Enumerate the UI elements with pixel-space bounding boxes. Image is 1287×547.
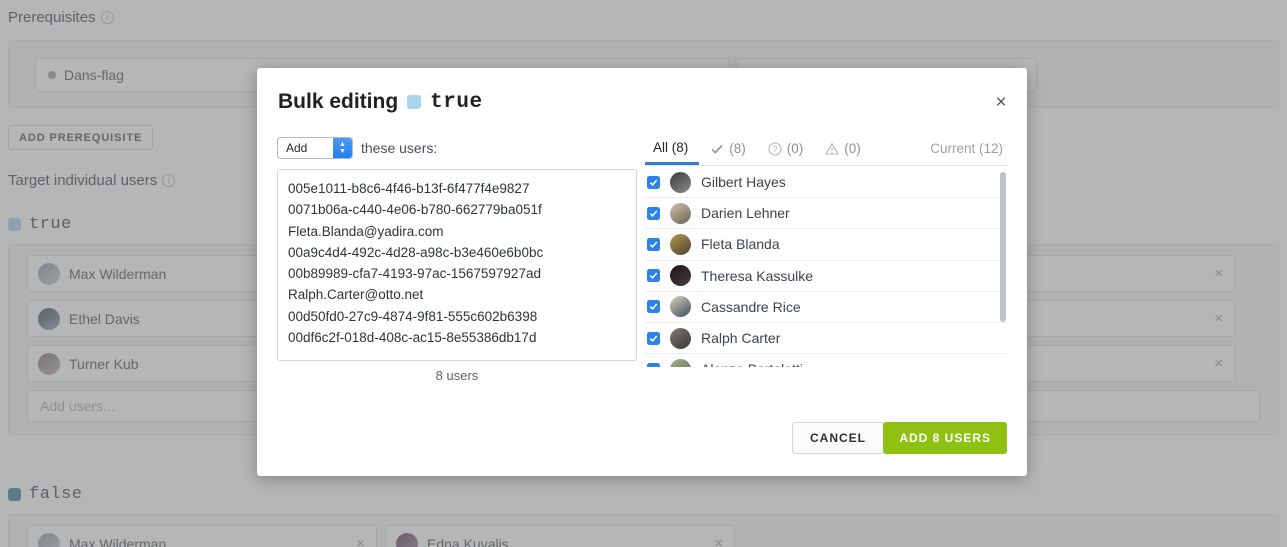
list-item[interactable]: Fleta Blanda <box>645 229 1007 261</box>
add-users-button[interactable]: ADD 8 USERS <box>883 422 1007 454</box>
user-count-label: 8 users <box>435 368 479 383</box>
cancel-button[interactable]: CANCEL <box>792 422 884 454</box>
list-item[interactable]: Gilbert Hayes <box>645 167 1007 199</box>
user-keys-textarea[interactable]: 005e1011-b8c6-4f46-b13f-6f477f4e9827 007… <box>277 169 637 361</box>
tab-warning-label: (0) <box>844 141 861 156</box>
dialog-title-prefix: Bulk editing <box>278 90 399 113</box>
checkbox-checked-icon[interactable] <box>647 175 660 189</box>
list-item[interactable]: Ralph Carter <box>645 323 1007 355</box>
uuid-line: 00d50fd0-27c9-4874-9f81-555c602b6398 <box>288 308 538 324</box>
user-name: Darien Lehner <box>701 205 790 222</box>
tab-all-label: All (8) <box>653 139 689 155</box>
user-name: Theresa Kassulke <box>701 267 814 284</box>
avatar <box>670 327 691 349</box>
uuid-line: 00b89989-cfa7-4193-97ac-1567597927ad <box>288 266 541 282</box>
avatar <box>670 171 691 193</box>
uuid-line: 005e1011-b8c6-4f46-b13f-6f477f4e9827 <box>288 181 530 196</box>
checkbox-checked-icon[interactable] <box>647 206 660 220</box>
uuid-line: Fleta.Blanda@yadira.com <box>288 223 444 239</box>
list-item[interactable]: Darien Lehner <box>645 198 1007 230</box>
filter-tabs: All (8) (8) ? (0) (0) Current (12) <box>645 132 1007 166</box>
list-item[interactable]: Cassandre Rice <box>645 292 1007 323</box>
screen: Prerequisites i Dans-flag ADD PREREQUISI… <box>0 0 1287 547</box>
tab-all[interactable]: All (8) <box>645 132 700 165</box>
user-name: Gilbert Hayes <box>701 174 786 191</box>
list-item[interactable]: Alonzo Bartoletti <box>645 354 1007 367</box>
avatar <box>670 202 691 224</box>
checkbox-checked-icon[interactable] <box>647 331 660 345</box>
tab-unknown[interactable]: ? (0) <box>757 132 815 165</box>
user-name: Fleta Blanda <box>701 236 780 253</box>
question-circle-icon: ? <box>768 142 782 156</box>
avatar <box>670 265 691 287</box>
avatar <box>670 296 691 318</box>
variation-swatch-icon <box>407 95 422 109</box>
action-suffix-label: these users: <box>361 140 438 156</box>
tab-matched-label: (8) <box>729 141 746 156</box>
tab-warning[interactable]: (0) <box>814 132 872 165</box>
checkbox-checked-icon[interactable] <box>647 269 660 283</box>
matched-user-list[interactable]: Gilbert Hayes Darien Lehner Fleta Blanda <box>645 167 1007 367</box>
user-name: Alonzo Bartoletti <box>701 361 803 367</box>
svg-text:?: ? <box>773 145 778 154</box>
user-list-scrollbar[interactable] <box>999 167 1007 367</box>
scrollbar-thumb[interactable] <box>1000 172 1006 322</box>
user-name: Cassandre Rice <box>701 298 801 315</box>
list-item[interactable]: Theresa Kassulke <box>645 261 1007 292</box>
bulk-editing-dialog: Bulk editing true × Add ▲ ▼ these users: … <box>257 68 1027 476</box>
uuid-line: Ralph.Carter@otto.net <box>288 287 424 303</box>
action-select[interactable]: Add ▲ ▼ <box>277 137 353 159</box>
dialog-title: Bulk editing true <box>278 90 483 114</box>
dialog-footer: CANCEL ADD 8 USERS <box>257 388 1027 476</box>
action-row: Add ▲ ▼ these users: <box>277 137 437 159</box>
dialog-variation-name: true <box>430 90 483 114</box>
user-name: Ralph Carter <box>701 330 781 347</box>
warning-triangle-icon <box>825 142 840 156</box>
tab-matched[interactable]: (8) <box>699 132 757 165</box>
uuid-line: 00a9c4d4-492c-4d28-a98c-b3e460e6b0bc <box>288 244 544 260</box>
action-select-value: Add <box>286 141 308 155</box>
uuid-line: 0071b06a-c440-4e06-b780-662779ba051f <box>288 202 542 218</box>
avatar <box>670 233 691 255</box>
checkbox-checked-icon[interactable] <box>647 237 660 251</box>
checkbox-checked-icon[interactable] <box>647 300 660 314</box>
chevron-updown-icon[interactable]: ▲ ▼ <box>333 138 352 158</box>
tab-current[interactable]: Current (12) <box>919 132 1007 165</box>
close-icon[interactable]: × <box>989 90 1013 114</box>
check-icon <box>710 142 724 156</box>
tab-unknown-label: (0) <box>786 141 804 156</box>
avatar <box>670 358 691 367</box>
checkbox-checked-icon[interactable] <box>647 362 660 367</box>
tab-current-label: Current (12) <box>930 141 1003 156</box>
uuid-line: 00df6c2f-018d-408c-ac15-8e55386db17d <box>288 330 537 346</box>
